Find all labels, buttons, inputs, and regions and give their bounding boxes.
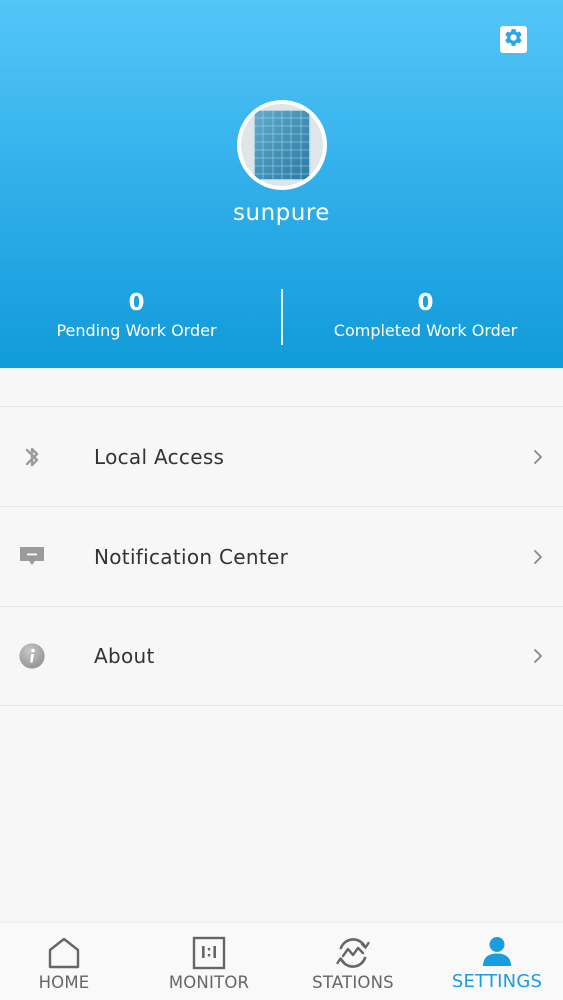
menu-item-about[interactable]: About [0,606,563,706]
tab-monitor[interactable]: MONITOR [139,923,279,1000]
completed-work-order-count: 0 [417,290,434,316]
stations-icon [335,935,371,971]
menu-item-label: Local Access [94,444,225,469]
username: sunpure [233,200,330,226]
tab-label: HOME [38,973,90,992]
menu-item-label: Notification Center [94,544,289,569]
user-icon [479,935,515,971]
settings-button[interactable] [500,26,527,53]
pending-work-order-count: 0 [128,290,145,316]
tab-home[interactable]: HOME [0,923,134,1000]
monitor-icon [191,935,227,971]
tab-label: MONITOR [168,973,250,992]
chevron-right-icon [530,547,546,567]
settings-menu: Local Access Notification Center About [0,406,563,706]
tab-label: SETTINGS [451,971,543,992]
menu-item-notification-center[interactable]: Notification Center [0,506,563,606]
gear-icon [503,27,524,52]
menu-item-local-access[interactable]: Local Access [0,406,563,506]
home-icon [46,935,82,971]
info-icon [17,641,47,671]
chevron-right-icon [530,447,546,467]
tab-stations[interactable]: STATIONS [283,923,423,1000]
solar-panel-avatar [241,104,323,186]
pending-work-order-stat[interactable]: 0 Pending Work Order [0,288,277,342]
profile-header: sunpure 0 Pending Work Order 0 Completed… [0,0,563,368]
avatar[interactable] [237,100,327,190]
stats-divider [281,289,283,345]
menu-item-label: About [94,644,155,668]
tab-settings[interactable]: SETTINGS [427,923,563,1000]
pending-work-order-label: Pending Work Order [56,321,217,340]
completed-work-order-stat[interactable]: 0 Completed Work Order [285,288,563,342]
message-icon [17,542,47,572]
bluetooth-icon [17,442,47,472]
bottom-tab-bar: HOME MONITOR STATIONS SETTINGS [0,922,563,1000]
completed-work-order-label: Completed Work Order [333,321,518,340]
chevron-right-icon [530,646,546,666]
tab-label: STATIONS [312,973,394,992]
